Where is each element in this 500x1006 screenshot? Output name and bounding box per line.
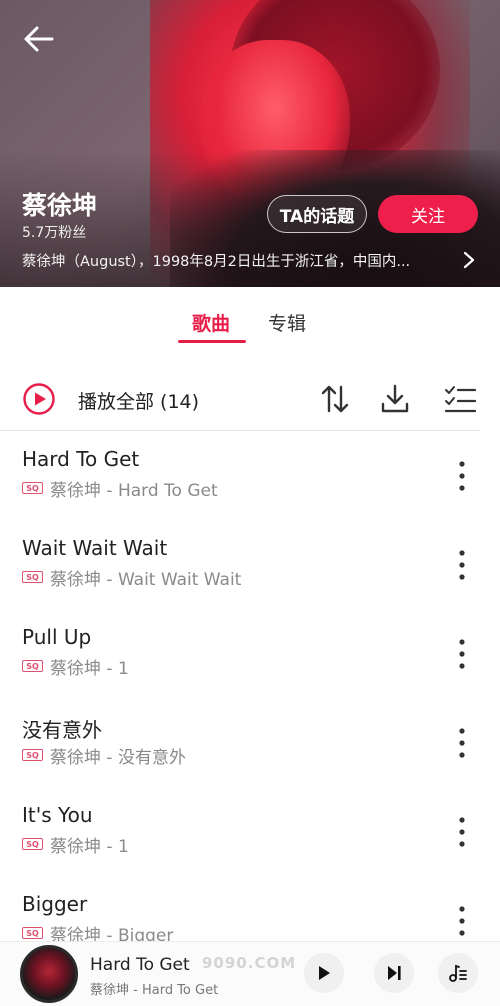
sq-quality-badge: SQ bbox=[22, 838, 43, 850]
topic-button[interactable]: TA的话题 bbox=[267, 195, 367, 233]
song-title: It's You bbox=[22, 803, 93, 827]
more-options-icon[interactable] bbox=[452, 815, 472, 849]
skip-next-icon bbox=[388, 966, 401, 980]
song-subtitle: SQ 蔡徐坤 - Wait Wait Wait bbox=[22, 566, 242, 590]
song-list: Hard To Get SQ 蔡徐坤 - Hard To Get Wait Wa… bbox=[0, 431, 500, 941]
song-artist-album: 蔡徐坤 - Bigger bbox=[50, 925, 174, 942]
song-subtitle: SQ 蔡徐坤 - 1 bbox=[22, 833, 129, 857]
next-button[interactable] bbox=[374, 953, 414, 993]
song-title: Hard To Get bbox=[22, 447, 140, 471]
song-artist-album: 蔡徐坤 - 1 bbox=[50, 836, 129, 857]
song-row[interactable]: Hard To Get SQ 蔡徐坤 - Hard To Get bbox=[0, 431, 500, 520]
song-artist-album: 蔡徐坤 - 没有意外 bbox=[50, 747, 186, 768]
song-subtitle: SQ 蔡徐坤 - 1 bbox=[22, 655, 129, 679]
song-row[interactable]: Wait Wait Wait SQ 蔡徐坤 - Wait Wait Wait bbox=[0, 520, 500, 609]
music-queue-icon bbox=[449, 964, 467, 982]
song-subtitle: SQ 蔡徐坤 - 没有意外 bbox=[22, 744, 186, 768]
song-row[interactable]: Pull Up SQ 蔡徐坤 - 1 bbox=[0, 609, 500, 698]
song-title: Bigger bbox=[22, 892, 88, 916]
now-playing-subtitle: 蔡徐坤 - Hard To Get bbox=[90, 983, 219, 998]
more-options-icon[interactable] bbox=[452, 904, 472, 938]
now-playing-cover[interactable] bbox=[20, 945, 78, 1003]
song-artist-album: 蔡徐坤 - Hard To Get bbox=[50, 480, 218, 501]
sq-quality-badge: SQ bbox=[22, 571, 43, 583]
play-all-button[interactable]: 播放全部 (14) bbox=[78, 387, 199, 414]
song-row[interactable]: Bigger SQ 蔡徐坤 - Bigger bbox=[0, 876, 500, 941]
artist-bio: 蔡徐坤（August），1998年8月2日出生于浙江省，中国内... bbox=[22, 253, 411, 270]
song-row[interactable]: It's You SQ 蔡徐坤 - 1 bbox=[0, 787, 500, 876]
playlist-queue-button[interactable] bbox=[438, 953, 478, 993]
sq-quality-badge: SQ bbox=[22, 749, 43, 761]
artist-bio-row[interactable]: 蔡徐坤（August），1998年8月2日出生于浙江省，中国内... bbox=[22, 248, 480, 272]
tab-albums[interactable]: 专辑 bbox=[268, 309, 306, 336]
song-title: Pull Up bbox=[22, 625, 92, 649]
artist-header: 蔡徐坤 5.7万粉丝 TA的话题 关注 蔡徐坤（August），1998年8月2… bbox=[0, 0, 500, 287]
follow-button[interactable]: 关注 bbox=[378, 195, 478, 233]
back-arrow-icon[interactable] bbox=[22, 24, 56, 54]
mini-player[interactable]: Hard To Get 蔡徐坤 - Hard To Get 9090.COM bbox=[0, 941, 500, 1006]
active-tab-indicator bbox=[178, 340, 246, 343]
watermark: 9090.COM bbox=[202, 954, 297, 972]
song-title: 没有意外 bbox=[22, 718, 102, 742]
tab-songs[interactable]: 歌曲 bbox=[192, 309, 230, 336]
song-row[interactable]: 没有意外 SQ 蔡徐坤 - 没有意外 bbox=[0, 698, 500, 787]
fan-count: 5.7万粉丝 bbox=[22, 225, 87, 241]
sq-quality-badge: SQ bbox=[22, 660, 43, 672]
download-icon[interactable] bbox=[378, 382, 412, 416]
play-button[interactable] bbox=[304, 953, 344, 993]
song-subtitle: SQ 蔡徐坤 - Hard To Get bbox=[22, 477, 218, 501]
more-options-icon[interactable] bbox=[452, 637, 472, 671]
sq-quality-badge: SQ bbox=[22, 927, 43, 939]
content-tabs: 歌曲 专辑 bbox=[0, 287, 500, 347]
more-options-icon[interactable] bbox=[452, 726, 472, 760]
play-circle-icon[interactable] bbox=[22, 382, 56, 416]
chevron-right-icon bbox=[463, 251, 475, 269]
song-toolbar: 播放全部 (14) bbox=[0, 370, 500, 430]
song-artist-album: 蔡徐坤 - 1 bbox=[50, 658, 129, 679]
play-icon bbox=[319, 966, 330, 980]
now-playing-title: Hard To Get bbox=[90, 955, 190, 975]
song-subtitle: SQ 蔡徐坤 - Bigger bbox=[22, 922, 173, 941]
song-title: Wait Wait Wait bbox=[22, 536, 168, 560]
song-artist-album: 蔡徐坤 - Wait Wait Wait bbox=[50, 569, 242, 590]
more-options-icon[interactable] bbox=[452, 459, 472, 493]
more-options-icon[interactable] bbox=[452, 548, 472, 582]
multiselect-list-icon[interactable] bbox=[442, 382, 478, 416]
sq-quality-badge: SQ bbox=[22, 482, 43, 494]
sort-icon[interactable] bbox=[320, 382, 350, 416]
artist-name: 蔡徐坤 bbox=[22, 191, 98, 220]
